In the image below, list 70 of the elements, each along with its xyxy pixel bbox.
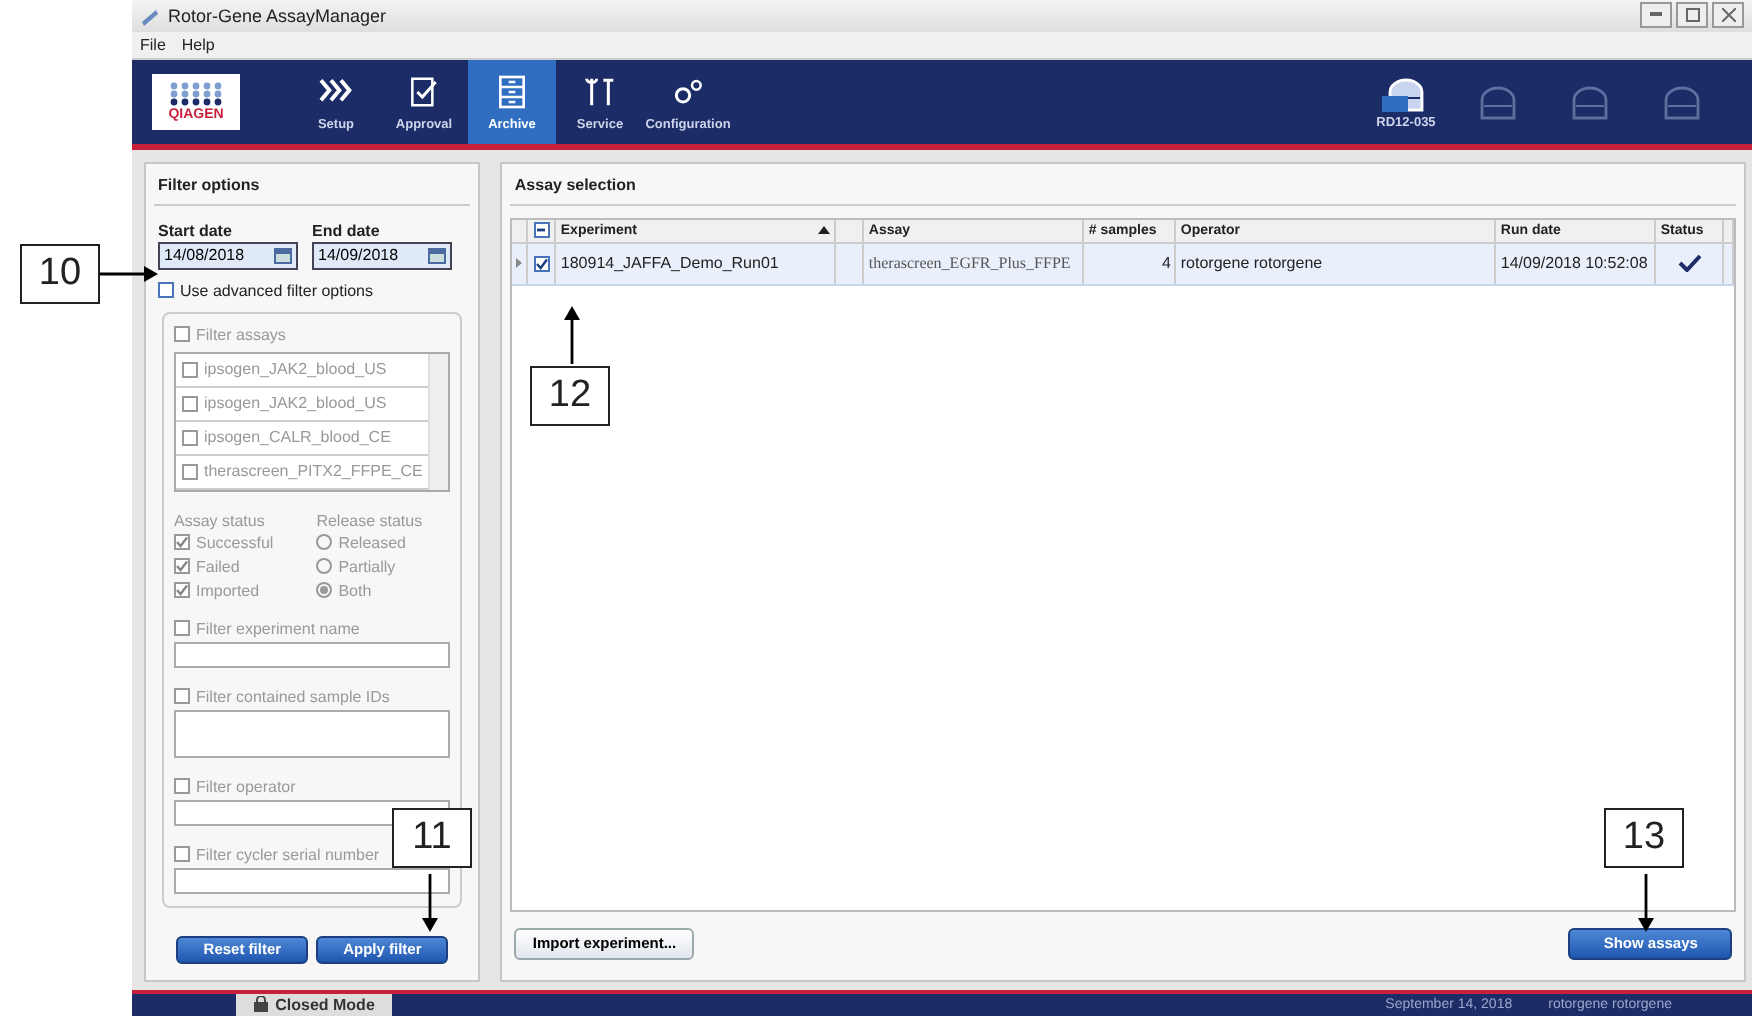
table-cell: therascreen_EGFR_Plus_FFPE xyxy=(864,243,1085,284)
radio-button[interactable] xyxy=(316,558,333,575)
checkbox[interactable] xyxy=(174,582,190,599)
checkbox[interactable] xyxy=(182,429,198,446)
checkbox[interactable] xyxy=(174,688,190,705)
app-icon xyxy=(140,5,160,26)
section-label: Assay status xyxy=(174,511,267,530)
radio-label: Partially xyxy=(338,557,396,576)
checkbox-label: Filter assays xyxy=(196,325,286,344)
table-cell: 180914_JAFFA_Demo_Run01 xyxy=(556,243,837,284)
field-label: End date xyxy=(312,221,382,240)
header-checkbox[interactable] xyxy=(533,222,550,239)
minimize-icon xyxy=(1650,12,1662,19)
checkbox-label: Successful xyxy=(196,533,274,552)
table-cell: rotorgene rotorgene xyxy=(1176,243,1497,284)
window-title: Rotor-Gene AssayManager xyxy=(168,5,387,26)
text-field[interactable] xyxy=(174,867,451,894)
radio-button[interactable] xyxy=(316,582,333,599)
minimize-button[interactable] xyxy=(1640,2,1672,29)
radio-label: Released xyxy=(338,533,406,552)
arrow xyxy=(416,874,444,934)
checkbox[interactable] xyxy=(182,395,198,412)
checkbox-label: Imported xyxy=(196,581,260,600)
table-cell: 14/09/2018 10:52:08 xyxy=(1496,243,1657,284)
callout-label: 11 xyxy=(392,808,472,868)
checkbox[interactable] xyxy=(174,326,190,343)
scrollbar[interactable] xyxy=(428,353,449,490)
checkbox[interactable] xyxy=(182,463,198,480)
close-icon xyxy=(1721,8,1735,23)
dots-icon xyxy=(168,81,224,106)
callout-label: 10 xyxy=(20,244,100,304)
arrow xyxy=(1632,874,1660,934)
checkbox-label: Filter operator xyxy=(196,777,296,796)
arrow xyxy=(558,304,586,364)
row-checkbox[interactable] xyxy=(533,255,550,272)
maximize-icon xyxy=(1685,8,1699,23)
table-row[interactable]: 180914_JAFFA_Demo_Run01 therascreen_EGFR_Plus_FFPE 4 rotorgene rotorgene 14/09/2018 10:52:08 xyxy=(512,243,1735,286)
checkbox-label: Failed xyxy=(196,557,240,576)
panel-title: Filter options xyxy=(154,163,471,206)
date-field[interactable]: 14/08/2018 xyxy=(158,241,298,270)
checkbox[interactable] xyxy=(174,558,190,575)
checkbox[interactable] xyxy=(174,620,190,637)
checkbox[interactable] xyxy=(158,282,174,299)
text-field[interactable] xyxy=(174,709,451,758)
checkbox[interactable] xyxy=(174,846,190,863)
checkbox-label: Filter experiment name xyxy=(196,619,360,638)
radio-button[interactable] xyxy=(316,534,333,551)
table-cell: 4 xyxy=(1084,243,1177,284)
maximize-button[interactable] xyxy=(1676,2,1708,29)
close-button[interactable] xyxy=(1712,2,1744,29)
menu-item[interactable]: File xyxy=(140,35,166,54)
checkbox[interactable] xyxy=(174,778,190,795)
checkbox-label: Filter contained sample IDs xyxy=(196,687,390,706)
panel-title: Assay selection xyxy=(510,163,1737,206)
lock-icon xyxy=(253,996,268,1013)
radio-label: Both xyxy=(338,581,372,600)
row-pointer-icon xyxy=(516,258,523,269)
menu-item[interactable]: Help xyxy=(181,35,215,54)
sort-icon xyxy=(818,226,831,235)
checkbox[interactable] xyxy=(174,534,190,551)
checkbox-label: Filter cycler serial number xyxy=(196,845,380,864)
callout-label: 12 xyxy=(530,366,610,426)
checkbox[interactable] xyxy=(182,361,198,378)
text-field[interactable] xyxy=(174,641,451,668)
callout-label: 13 xyxy=(1604,808,1684,868)
checkbox-label: Use advanced filter options xyxy=(180,281,373,300)
arrow xyxy=(100,260,160,288)
section-label: Release status xyxy=(316,511,425,530)
field-label: Start date xyxy=(158,221,234,240)
date-field[interactable]: 14/09/2018 xyxy=(312,241,452,270)
